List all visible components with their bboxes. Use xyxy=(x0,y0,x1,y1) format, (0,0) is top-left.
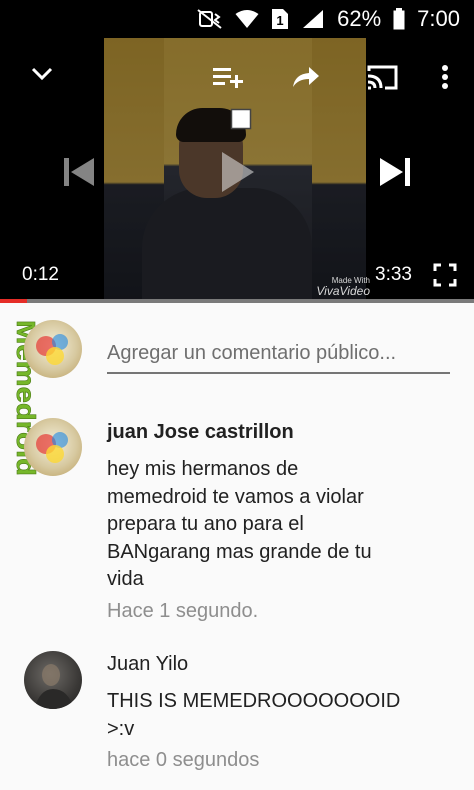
signal-icon xyxy=(301,8,325,30)
comment-input[interactable]: Agregar un comentario público... xyxy=(107,338,450,374)
elapsed-time: 0:12 xyxy=(22,264,59,285)
add-to-playlist-icon[interactable] xyxy=(208,60,248,94)
current-user-avatar[interactable] xyxy=(24,320,82,378)
play-icon[interactable] xyxy=(212,146,260,198)
comment-author[interactable]: juan Jose castrillon xyxy=(107,421,294,444)
sim-number: 1 xyxy=(277,13,284,28)
comment-text: hey mis hermanos de memedroid te vamos a… xyxy=(107,458,372,590)
video-watermark: Made With VivaVideo xyxy=(316,276,370,298)
wifi-icon xyxy=(235,8,259,30)
comment-timestamp: Hace 1 segundo. xyxy=(107,600,259,622)
comment-author-avatar[interactable] xyxy=(24,651,82,709)
comment-text: THIS IS MEMEDROOOOOOOID >:v xyxy=(107,690,401,740)
comment-timestamp: hace 0 segundos xyxy=(107,749,260,771)
status-bar: 1 62% 7:00 xyxy=(0,0,474,38)
stop-icon[interactable] xyxy=(228,106,254,132)
clock: 7:00 xyxy=(417,6,460,31)
more-vert-icon[interactable] xyxy=(430,60,460,94)
cast-icon[interactable] xyxy=(360,58,404,96)
fullscreen-icon[interactable] xyxy=(428,258,462,292)
duration-time: 3:33 xyxy=(375,264,412,285)
share-icon[interactable] xyxy=(286,60,326,94)
progress-fill xyxy=(0,299,27,303)
mute-vibrate-icon xyxy=(197,8,223,30)
next-icon[interactable] xyxy=(374,150,418,194)
battery-icon xyxy=(393,8,405,30)
video-player[interactable]: 0:12 Made With VivaVideo 3:33 xyxy=(0,38,474,300)
comment-author[interactable]: Juan Yilo xyxy=(107,653,188,676)
sim-icon: 1 xyxy=(271,8,289,30)
comment-author-avatar[interactable] xyxy=(24,418,82,476)
progress-bar[interactable] xyxy=(0,299,474,303)
previous-icon[interactable] xyxy=(56,150,100,194)
minimize-chevron-icon[interactable] xyxy=(24,56,60,92)
battery-percent: 62% xyxy=(337,6,382,31)
